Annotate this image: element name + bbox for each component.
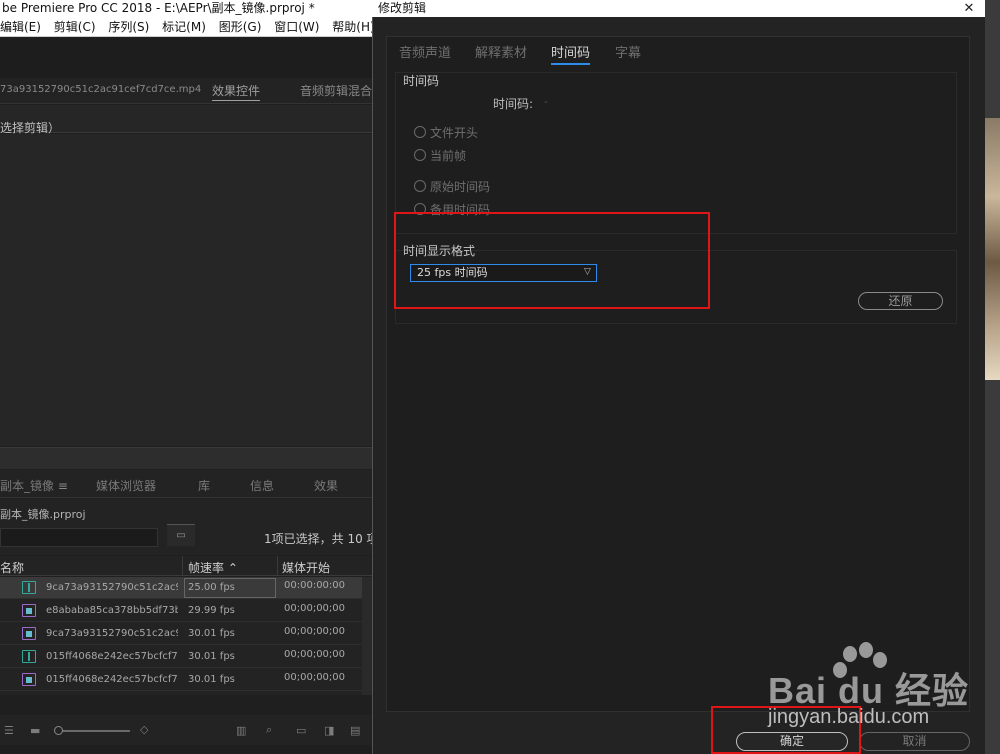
timecode-label: 时间码: bbox=[493, 97, 534, 111]
menu-clip[interactable]: 剪辑(C) bbox=[54, 17, 96, 36]
sequence-icon bbox=[22, 650, 36, 663]
highlight-box-display-format bbox=[394, 212, 710, 309]
column-media-start[interactable]: 媒体开始 bbox=[282, 559, 330, 576]
row-name: e8ababa85ca378bb5df73b8ca bbox=[46, 605, 178, 616]
tab-effect-controls[interactable]: 效果控件 bbox=[212, 82, 261, 101]
list-view-icon[interactable]: ☰ bbox=[4, 724, 14, 737]
menu-sequence[interactable]: 序列(S) bbox=[108, 17, 149, 36]
tab-interpret-footage[interactable]: 解释素材 bbox=[475, 42, 527, 61]
sort-icon[interactable]: ◇ bbox=[140, 723, 148, 736]
close-icon[interactable]: ✕ bbox=[958, 0, 980, 17]
watermark-url: jingyan.baidu.com bbox=[768, 706, 930, 728]
radio-label-file-start: 文件开头 bbox=[430, 126, 479, 140]
clip-icon bbox=[22, 627, 36, 640]
tab-info[interactable]: 信息 bbox=[250, 477, 274, 494]
project-list-header: 名称 帧速率 ⌃ 媒体开始 bbox=[0, 556, 372, 576]
app-title: be Premiere Pro CC 2018 - E:\AEPr\副本_镜像.… bbox=[0, 0, 372, 17]
radio-current-frame[interactable] bbox=[414, 149, 426, 161]
project-filename: 副本_镜像.prproj bbox=[0, 508, 86, 521]
reset-button[interactable]: 还原 bbox=[858, 292, 943, 310]
cancel-button[interactable]: 取消 bbox=[859, 732, 970, 751]
table-row[interactable]: 9ca73a93152790c51c2ac91cef 25.00 fps 00:… bbox=[0, 577, 362, 599]
radio-label-current-frame: 当前帧 bbox=[430, 149, 467, 163]
timecode-value: - bbox=[544, 95, 548, 108]
row-name: 9ca73a93152790c51c2ac91cef bbox=[46, 582, 178, 593]
effect-controls-subheader: 选择剪辑） bbox=[0, 105, 372, 135]
row-name: 9ca73a93152790c51c2ac91cef bbox=[46, 628, 178, 639]
project-tabs: 副本_镜像 ≡ 媒体浏览器 库 信息 效果 bbox=[0, 470, 372, 498]
new-bin-icon[interactable]: ▭ bbox=[296, 724, 306, 737]
radio-original-timecode[interactable] bbox=[414, 180, 426, 192]
row-fps: 30.01 fps bbox=[188, 651, 235, 662]
tab-captions[interactable]: 字幕 bbox=[615, 42, 641, 61]
clip-icon bbox=[22, 673, 36, 686]
tab-project[interactable]: 副本_镜像 ≡ bbox=[0, 477, 68, 494]
effect-controls-scrollbar[interactable] bbox=[0, 447, 372, 469]
new-bin-icon[interactable]: ▭ bbox=[167, 524, 195, 546]
menu-edit[interactable]: 编辑(E) bbox=[0, 17, 41, 36]
icon-view-icon[interactable]: ▬ bbox=[30, 724, 40, 737]
project-search-input[interactable] bbox=[0, 528, 158, 547]
find-icon[interactable]: ⌕ bbox=[266, 723, 272, 737]
row-name: 015ff4068e242ec57bcfcf75215 bbox=[46, 651, 178, 662]
source-filename: 73a93152790c51c2ac91cef7cd7ce.mp4 bbox=[0, 84, 202, 95]
row-fps-edit[interactable]: 25.00 fps bbox=[184, 578, 276, 598]
zoom-slider-handle[interactable] bbox=[54, 726, 63, 735]
sequence-icon bbox=[22, 581, 36, 594]
row-fps: 29.99 fps bbox=[188, 605, 235, 616]
automate-icon[interactable]: ▥ bbox=[236, 724, 246, 737]
row-start: 00;00;00;00 bbox=[284, 603, 346, 614]
effect-controls-header: 73a93152790c51c2ac91cef7cd7ce.mp4 效果控件 音… bbox=[0, 78, 372, 104]
row-fps: 30.01 fps bbox=[188, 674, 235, 685]
timecode-group-label: 时间码 bbox=[403, 74, 440, 88]
tab-audio-channels[interactable]: 音频声道 bbox=[399, 42, 451, 61]
table-row[interactable]: e8ababa85ca378bb5df73b8ca 29.99 fps 00;0… bbox=[0, 600, 362, 622]
tab-media-browser[interactable]: 媒体浏览器 bbox=[96, 477, 156, 494]
clip-icon bbox=[22, 604, 36, 617]
row-start: 00;00;00;00 bbox=[284, 649, 346, 660]
menu-bar: 编辑(E) 剪辑(C) 序列(S) 标记(M) 图形(G) 窗口(W) 帮助(H… bbox=[0, 17, 372, 37]
menu-help[interactable]: 帮助(H) bbox=[332, 17, 372, 36]
row-fps: 30.01 fps bbox=[188, 628, 235, 639]
row-start: 00;00;00;00 bbox=[284, 626, 346, 637]
project-list: 9ca73a93152790c51c2ac91cef 25.00 fps 00:… bbox=[0, 577, 372, 695]
menu-lines-icon[interactable]: ≡ bbox=[58, 479, 68, 493]
table-row[interactable]: 015ff4068e242ec57bcfcf75215 30.01 fps 00… bbox=[0, 669, 362, 691]
selection-count: 1项已选择，共 10 项 bbox=[264, 532, 379, 546]
menu-graphics[interactable]: 图形(G) bbox=[219, 17, 262, 36]
radio-file-start[interactable] bbox=[414, 126, 426, 138]
tab-audio-clip-mixer[interactable]: 音频剪辑混合 bbox=[300, 82, 372, 99]
column-fps[interactable]: 帧速率 ⌃ bbox=[188, 559, 238, 576]
radio-label-original-timecode: 原始时间码 bbox=[430, 180, 491, 194]
program-monitor-preview bbox=[985, 118, 1000, 380]
workspace-bar bbox=[0, 38, 372, 78]
table-row[interactable]: 9ca73a93152790c51c2ac91cef 30.01 fps 00;… bbox=[0, 623, 362, 645]
row-start: 00:00:00:00 bbox=[284, 580, 346, 591]
trash-icon[interactable]: ▤ bbox=[350, 724, 360, 737]
row-start: 00;00;00;00 bbox=[284, 672, 346, 683]
table-row[interactable]: 015ff4068e242ec57bcfcf75215 30.01 fps 00… bbox=[0, 646, 362, 668]
sort-ascending-icon: ⌃ bbox=[227, 561, 238, 575]
new-item-icon[interactable]: ◨ bbox=[324, 724, 334, 737]
project-list-scrollbar[interactable] bbox=[362, 577, 372, 695]
zoom-slider[interactable] bbox=[60, 730, 130, 732]
menu-window[interactable]: 窗口(W) bbox=[274, 17, 319, 36]
tab-timecode[interactable]: 时间码 bbox=[551, 42, 591, 65]
row-name: 015ff4068e242ec57bcfcf75215 bbox=[46, 674, 178, 685]
tab-libraries[interactable]: 库 bbox=[198, 477, 210, 494]
dialog-title: 修改剪辑 bbox=[372, 0, 985, 17]
column-name[interactable]: 名称 bbox=[0, 559, 24, 576]
menu-marker[interactable]: 标记(M) bbox=[162, 17, 206, 36]
effect-controls-body bbox=[0, 134, 372, 446]
tab-effects[interactable]: 效果 bbox=[314, 477, 338, 494]
